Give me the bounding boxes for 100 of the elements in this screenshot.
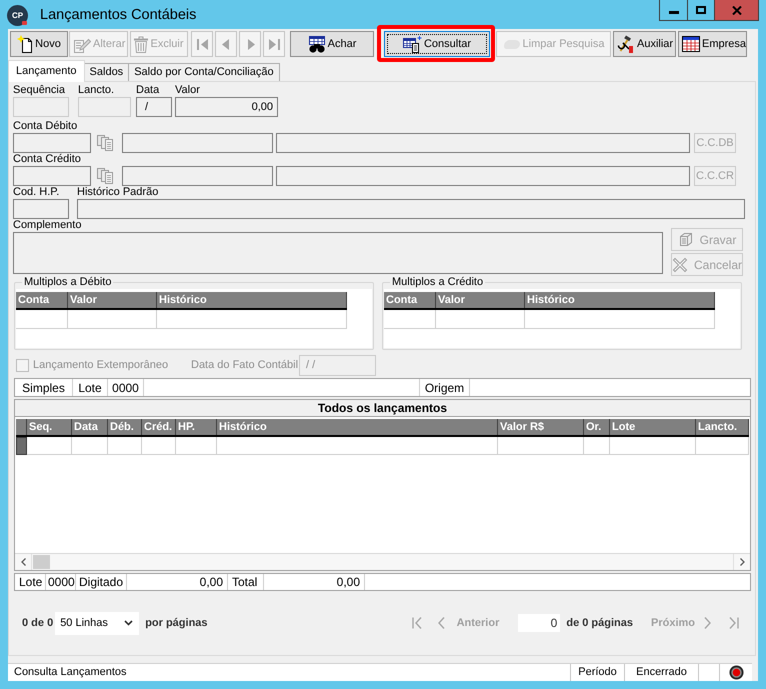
group-title: Multiplos a Débito <box>23 276 112 289</box>
field-label: Sequência <box>13 84 65 97</box>
checkbox-label: Lançamento Extemporâneo <box>33 359 168 372</box>
account-name-field[interactable] <box>276 166 690 186</box>
grid-cell <box>584 437 610 455</box>
toolbar-button[interactable]: Empresa <box>678 31 747 57</box>
row-indicator-icon <box>16 437 27 455</box>
trash-icon <box>134 36 148 52</box>
tab[interactable]: Saldo por Conta/Conciliação <box>129 63 280 81</box>
badge-icon <box>22 21 27 25</box>
column-header: Seq. <box>27 419 72 435</box>
maximize-icon <box>696 6 706 14</box>
history-field[interactable] <box>77 199 745 219</box>
calendar-document-icon <box>402 36 422 52</box>
toolbar-button[interactable]: Achar <box>290 31 374 57</box>
batch-number: 0000 <box>48 574 75 591</box>
total-label: Total <box>232 574 258 591</box>
record-icon <box>728 665 744 680</box>
batch-label: Lote <box>78 380 102 396</box>
typed-label: Digitado <box>79 574 124 591</box>
field-label: Data <box>136 84 160 97</box>
text-field[interactable]: / <box>136 97 172 117</box>
complement-field[interactable] <box>13 232 663 274</box>
column-header: Histórico <box>525 292 715 308</box>
column-header: Histórico <box>217 419 498 435</box>
chevron-down-icon <box>124 620 134 626</box>
account-field[interactable] <box>122 133 273 153</box>
column-header: Lancto. <box>696 419 749 435</box>
field-label: Data do Fato Contábil <box>191 359 298 372</box>
column-header: Valor <box>68 292 157 308</box>
cancel-icon <box>672 256 688 272</box>
next-page-icon[interactable] <box>703 617 712 629</box>
column-header: Déb. <box>108 419 142 435</box>
status-message: Consulta Lançamentos <box>14 665 127 680</box>
total-value: 0,00 <box>336 574 360 591</box>
status-state: Encerrado <box>636 665 687 680</box>
last-page-icon[interactable] <box>729 617 739 629</box>
origin-label: Origem <box>424 380 464 396</box>
grid-cell <box>176 437 217 455</box>
field-label: Histórico Padrão <box>77 186 158 199</box>
last-icon <box>268 38 280 50</box>
field-label: Conta Crédito <box>13 153 81 166</box>
grid-cell <box>696 437 749 455</box>
column-header: Histórico <box>157 292 347 308</box>
minimize-button[interactable] <box>659 0 687 21</box>
toolbar-button[interactable]: Consultar <box>384 31 490 57</box>
scroll-thumb[interactable] <box>33 555 50 569</box>
account-name-field[interactable] <box>276 133 690 153</box>
column-header: Conta <box>384 292 436 308</box>
grid-cell <box>108 437 142 455</box>
close-button[interactable] <box>714 0 759 21</box>
app-logo: CP <box>7 5 28 26</box>
field-label: Conta Débito <box>13 120 78 133</box>
entry-type-text: Simples <box>22 380 65 396</box>
account-code-field[interactable] <box>13 166 91 186</box>
grid-cell <box>142 437 176 455</box>
copy-icon <box>97 168 113 184</box>
field-label: Cod. H.P. <box>13 186 60 199</box>
first-page-icon[interactable] <box>412 617 422 629</box>
text-field[interactable]: 0,00 <box>175 97 278 117</box>
new-document-icon <box>17 35 34 53</box>
grid-title: Todos os lançamentos <box>14 399 751 416</box>
minimize-icon <box>668 10 678 14</box>
column-header: Or. <box>584 419 610 435</box>
tab[interactable]: Lançamento <box>8 60 85 82</box>
typed-value: 0,00 <box>200 574 223 591</box>
field-label: Valor <box>175 84 200 97</box>
page-total: de 0 páginas <box>566 616 633 631</box>
field-label: Complemento <box>13 219 82 232</box>
grid-cell <box>27 437 72 455</box>
account-field[interactable] <box>122 166 273 186</box>
history-code-field[interactable] <box>13 199 69 219</box>
copy-icon <box>97 135 113 151</box>
column-header: Valor R$ <box>498 419 584 435</box>
column-header: Lote <box>610 419 696 435</box>
page-input[interactable]: 0 <box>518 614 560 632</box>
tab[interactable]: Saldos <box>84 63 130 81</box>
first-icon <box>196 38 208 50</box>
window-title: Lançamentos Contábeis <box>40 6 196 24</box>
record-count: 0 de 0 <box>22 616 54 631</box>
save-icon <box>678 232 694 248</box>
field-label: Lancto. <box>78 84 114 97</box>
column-header: Data <box>72 419 108 435</box>
calendar-icon <box>682 36 700 52</box>
group-title: Multiplos a Crédito <box>391 276 484 289</box>
toolbar-button[interactable]: Novo <box>10 31 68 57</box>
previous-icon <box>220 38 232 50</box>
grid-cell <box>72 437 108 455</box>
previous-page-icon[interactable] <box>436 617 446 629</box>
account-code-field[interactable] <box>13 133 91 153</box>
close-icon <box>732 6 742 14</box>
page-size-select[interactable]: 50 Linhas <box>55 612 140 634</box>
tools-icon <box>617 35 635 53</box>
page-size-label: por páginas <box>145 616 208 631</box>
binoculars-icon <box>308 36 326 52</box>
column-header: Valor <box>436 292 525 308</box>
batch-label: Lote <box>19 574 42 591</box>
status-period: Período <box>578 665 617 680</box>
toolbar-button[interactable]: Auxiliar <box>613 31 676 57</box>
column-header: HP. <box>176 419 217 435</box>
